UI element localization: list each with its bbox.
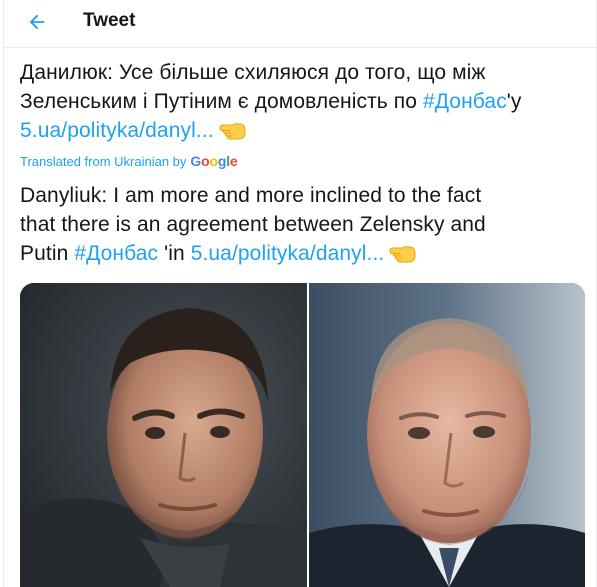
backhand-index-pointing-left-icon [388,243,416,272]
putin-photo [309,283,585,587]
google-logo: Google [190,153,238,169]
backhand-index-pointing-left-icon [218,120,246,149]
original-line-2-tail: 'у [506,90,522,113]
zelensky-photo [20,283,307,587]
header-divider [4,47,596,48]
translated-line-3-mid: 'in [158,242,191,265]
article-link[interactable]: 5.ua/polityka/danyl... [20,119,214,142]
tweet-original-text: Данилюк: Усе більше схиляюся до того, що… [20,58,590,149]
frame-border-left [3,0,4,587]
translated-line-3: Putin [20,242,75,265]
tweet-media-image[interactable] [20,283,585,587]
tweet-translated-text: Danyliuk: I am more and more inclined to… [20,181,590,272]
translated-line-2: that there is an agreement between Zelen… [20,213,486,236]
translation-prefix: Translated from Ukrainian by [20,153,187,169]
original-line-1: Данилюк: Усе більше схиляюся до того, що… [20,61,486,84]
hashtag-link[interactable]: #Донбас [423,90,507,113]
article-link-translated[interactable]: 5.ua/polityka/danyl... [191,242,385,265]
arrow-left-icon [29,14,45,30]
back-button[interactable] [22,8,52,36]
hashtag-link-translated[interactable]: #Донбас [74,242,158,265]
original-line-2: Зеленським і Путіним є домовленість по [20,90,423,113]
page-title: Tweet [83,10,136,31]
translated-line-1: Danyliuk: I am more and more inclined to… [20,184,482,207]
translation-note[interactable]: Translated from Ukrainian by Google [20,153,238,169]
tweet-header: Tweet [0,0,597,44]
